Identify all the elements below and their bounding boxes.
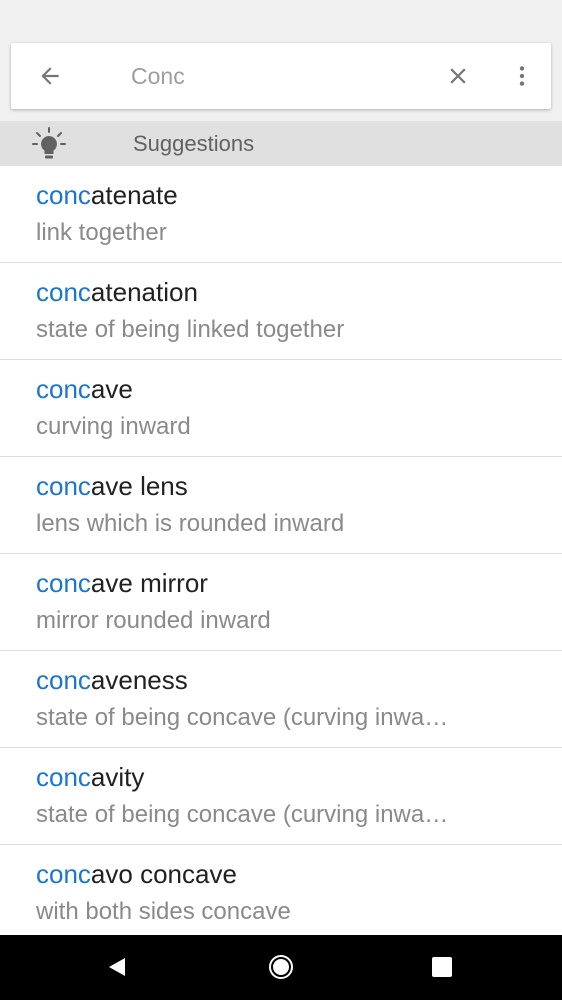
suggestion-term: concatenation xyxy=(36,276,198,308)
suggestion-item[interactable]: concatenation state of being linked toget… xyxy=(0,263,562,360)
suggestion-item[interactable]: concave curving inward xyxy=(0,360,562,457)
term-remainder: ave mirror xyxy=(90,568,208,598)
matched-prefix: conc xyxy=(36,665,91,695)
suggestion-definition: state of being concave (curving inwa… xyxy=(36,704,449,731)
term-remainder: aveness xyxy=(90,665,188,695)
more-vert-icon xyxy=(519,66,525,86)
suggestion-term: concatenate xyxy=(36,179,178,211)
navigation-bar xyxy=(0,935,562,1000)
suggestion-definition: with both sides concave xyxy=(36,898,291,925)
suggestion-item[interactable]: concatenate link together xyxy=(0,166,562,263)
suggestion-item[interactable]: concavity state of being concave (curving… xyxy=(0,748,562,845)
term-remainder: atenate xyxy=(90,180,178,210)
search-input[interactable] xyxy=(131,59,421,93)
suggestion-definition: state of being concave (curving inwa… xyxy=(36,801,449,828)
nav-home-button[interactable] xyxy=(261,947,301,987)
nav-recents-icon xyxy=(432,957,452,977)
term-remainder: ave xyxy=(90,374,133,404)
search-bar xyxy=(11,43,551,109)
suggestion-definition: curving inward xyxy=(36,413,191,440)
term-remainder: atenation xyxy=(90,277,198,307)
close-icon xyxy=(450,68,466,84)
suggestion-item[interactable]: concave lens lens which is rounded inward xyxy=(0,457,562,554)
suggestion-definition: state of being linked together xyxy=(36,316,345,343)
lightbulb-icon xyxy=(32,127,66,159)
matched-prefix: conc xyxy=(36,374,91,404)
nav-back-button[interactable] xyxy=(97,947,137,987)
suggestion-definition: mirror rounded inward xyxy=(36,607,271,634)
matched-prefix: conc xyxy=(36,277,91,307)
suggestion-item[interactable]: concavo concave with both sides concave xyxy=(0,845,562,935)
matched-prefix: conc xyxy=(36,180,91,210)
matched-prefix: conc xyxy=(36,568,91,598)
nav-recents-button[interactable] xyxy=(422,947,462,987)
matched-prefix: conc xyxy=(36,471,91,501)
more-options-button[interactable] xyxy=(505,59,539,93)
suggestion-item[interactable]: concaveness state of being concave (curvi… xyxy=(0,651,562,748)
term-remainder: ave lens xyxy=(90,471,188,501)
suggestions-header: Suggestions xyxy=(0,121,562,166)
term-remainder: avo concave xyxy=(90,859,237,889)
suggestion-definition: lens which is rounded inward xyxy=(36,510,345,537)
term-remainder: avity xyxy=(90,762,145,792)
suggestion-term: concaveness xyxy=(36,664,188,696)
suggestion-term: concavity xyxy=(36,761,144,793)
suggestion-definition: link together xyxy=(36,219,167,246)
suggestion-term: concave mirror xyxy=(36,567,208,599)
suggestions-title: Suggestions xyxy=(133,131,255,156)
matched-prefix: conc xyxy=(36,859,91,889)
suggestion-term: concave lens xyxy=(36,470,188,502)
nav-home-icon xyxy=(269,955,293,979)
suggestion-term: concave xyxy=(36,373,133,405)
suggestion-item[interactable]: concave mirror mirror rounded inward xyxy=(0,554,562,651)
back-button[interactable] xyxy=(33,59,67,93)
matched-prefix: conc xyxy=(36,762,91,792)
suggestion-list: concatenate link together concatenation sta… xyxy=(0,166,562,935)
arrow-left-icon xyxy=(41,67,59,85)
nav-back-icon xyxy=(109,958,125,976)
suggestion-term: concavo concave xyxy=(36,858,237,890)
clear-search-button[interactable] xyxy=(441,59,475,93)
